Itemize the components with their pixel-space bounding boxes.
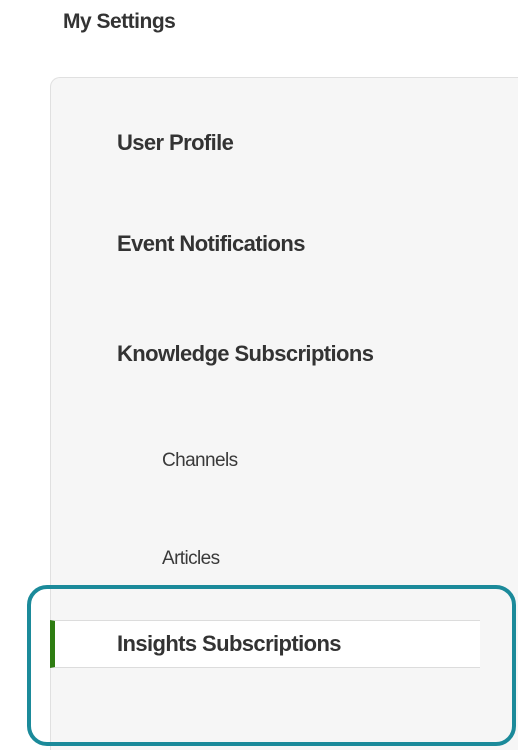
nav-item-label: Insights Subscriptions	[117, 631, 342, 656]
nav-item-insights-subscriptions-active[interactable]: Insights Subscriptions	[50, 620, 480, 668]
nav-item-label: Knowledge Subscriptions	[117, 341, 374, 366]
nav-item-event-notifications[interactable]: Event Notifications	[50, 214, 480, 274]
nav-subitem-label: Channels	[162, 450, 238, 471]
nav-item-user-profile[interactable]: User Profile	[50, 113, 480, 173]
nav-item-knowledge-subscriptions[interactable]: Knowledge Subscriptions	[50, 324, 480, 384]
nav-subitem-label: Articles	[162, 548, 220, 569]
nav-item-label: User Profile	[117, 130, 234, 155]
page-title: My Settings	[63, 10, 176, 33]
nav-subitem-channels[interactable]: Channels	[50, 433, 480, 489]
nav-item-label: Event Notifications	[117, 231, 305, 256]
nav-subitem-articles[interactable]: Articles	[50, 531, 480, 587]
settings-page: My Settings User Profile Event Notificat…	[0, 0, 518, 750]
